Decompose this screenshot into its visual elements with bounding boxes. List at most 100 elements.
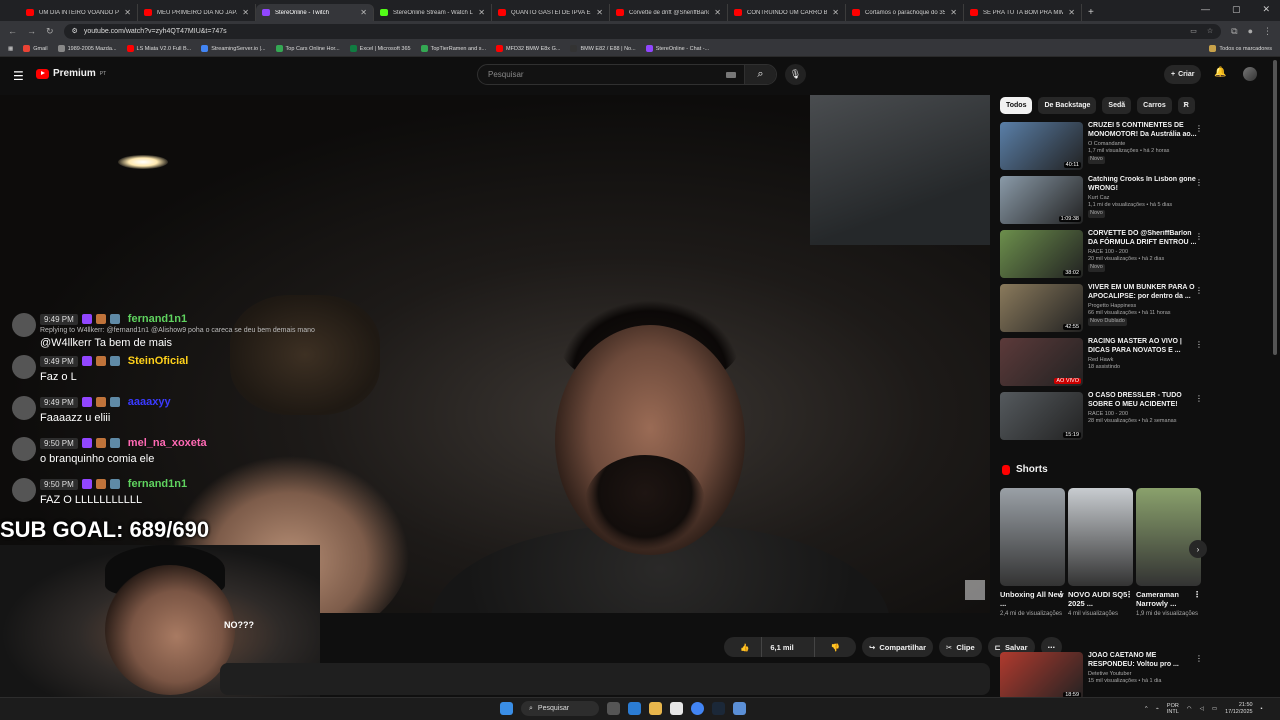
url-field[interactable]: ⚙ youtube.com/watch?v=zyh4QT47MIU&t=747s… xyxy=(63,23,1222,39)
browser-tab[interactable]: Corvette de drift @SheriffBarlo ✕ xyxy=(610,4,728,21)
video-title[interactable]: JOÃO CAETANO ME RESPONDEU: Voltou pro ..… xyxy=(1088,652,1200,670)
tab-close-icon[interactable]: ✕ xyxy=(478,8,485,17)
video-thumbnail[interactable]: AO VIVO xyxy=(1000,338,1083,386)
back-icon[interactable]: ← xyxy=(8,26,17,36)
tab-close-icon[interactable]: ✕ xyxy=(242,8,249,17)
more-options-icon[interactable]: ⋮ xyxy=(1057,590,1065,600)
video-thumbnail[interactable]: 42:55 xyxy=(1000,284,1083,332)
browser-tab[interactable]: MEU PRIMEIRO DIA NO JAPÃO ✕ xyxy=(138,4,256,21)
channel-name[interactable]: Detetive Youtuber xyxy=(1088,671,1200,678)
browser-tab[interactable]: Cortamos o parachoque do 35 ✕ xyxy=(846,4,964,21)
copilot-icon[interactable] xyxy=(628,702,641,715)
video-thumbnail[interactable]: 15:19 xyxy=(1000,392,1083,440)
browser-tab[interactable]: SE PRA TU TA BOM PRA MIM T ✕ xyxy=(964,4,1082,21)
speaker-icon[interactable]: ◁ xyxy=(1200,706,1204,712)
clock[interactable]: 21:50 17/12/2025 xyxy=(1225,702,1253,716)
account-avatar[interactable] xyxy=(1243,67,1257,81)
recommendation-item[interactable]: AO VIVO RACING MASTER AO VIVO | DICAS PAR… xyxy=(1000,338,1205,392)
battery-icon[interactable]: ▭ xyxy=(1212,706,1217,712)
bookmark-item[interactable]: Gmail xyxy=(23,45,48,52)
maximize-icon[interactable]: ▢ xyxy=(1232,4,1241,15)
search-icon[interactable]: ⌕ xyxy=(744,65,776,84)
video-title[interactable]: Catching Crooks In Lisbon gone WRONG! xyxy=(1088,176,1200,194)
file-explorer-icon[interactable] xyxy=(649,702,662,715)
bookmark-item[interactable]: MFD32 BMW E8x G... xyxy=(496,45,560,52)
more-options-icon[interactable]: ⋮ xyxy=(1195,232,1203,241)
recommendation-item[interactable]: 40:11 CRUZEI 5 CONTINENTES DE MONOMOTOR! … xyxy=(1000,122,1205,176)
channel-name[interactable]: RACE 100 - 200 xyxy=(1088,249,1200,256)
microphone-icon[interactable]: 🎙 xyxy=(785,64,806,85)
bookmark-item[interactable]: StereOnline - Chat -... xyxy=(645,45,709,52)
bookmark-star-icon[interactable]: ☆ xyxy=(1207,27,1213,35)
close-icon[interactable]: ✕ xyxy=(1262,4,1270,15)
scrollbar[interactable] xyxy=(1273,60,1277,355)
apps-icon[interactable]: ▦ xyxy=(8,46,13,52)
short-thumbnail[interactable] xyxy=(1068,488,1133,586)
channel-name[interactable]: Red Hawk xyxy=(1088,357,1200,364)
windows-start-icon[interactable] xyxy=(500,702,513,715)
channel-name[interactable]: Kurt Caz xyxy=(1088,195,1200,202)
bookmark-item[interactable]: 1989-2005 Mazda... xyxy=(57,45,117,52)
more-options-icon[interactable]: ⋮ xyxy=(1195,654,1203,663)
bookmark-item[interactable]: Top Cars Online Hor... xyxy=(275,45,340,52)
description-box[interactable] xyxy=(220,663,990,695)
dislike-button[interactable]: 👎 xyxy=(813,637,856,657)
bookmark-item[interactable]: TopTierRamen and s... xyxy=(420,45,486,52)
video-thumbnail[interactable]: 38:02 xyxy=(1000,230,1083,278)
channel-watermark[interactable] xyxy=(965,580,985,600)
browser-tab[interactable]: StereOnline Stream - Watch Li ✕ xyxy=(374,4,492,21)
browser-tab[interactable]: UM DIA INTEIRO VOANDO PE ✕ xyxy=(20,4,138,21)
tab-close-icon[interactable]: ✕ xyxy=(832,8,839,17)
create-button[interactable]: + Criar xyxy=(1164,65,1202,84)
bookmark-item[interactable]: Excel | Microsoft 365 xyxy=(349,45,411,52)
share-button[interactable]: ↪ Compartilhar xyxy=(862,637,934,657)
browser-tab[interactable]: CONTRUINDO UM CARRO BAR ✕ xyxy=(728,4,846,21)
more-options-icon[interactable]: ⋮ xyxy=(1193,590,1201,600)
tab-close-icon[interactable]: ✕ xyxy=(1068,8,1075,17)
bookmark-item[interactable]: StreamingServer.io |... xyxy=(201,45,266,52)
tab-close-icon[interactable]: ✕ xyxy=(950,8,957,17)
recommendation-item[interactable]: 42:55 VIVER EM UM BUNKER PARA O APOCALIPS… xyxy=(1000,284,1205,338)
clip-button[interactable]: ✂ Clipe xyxy=(939,637,982,657)
cast-icon[interactable]: ▭ xyxy=(1190,27,1197,35)
forward-icon[interactable]: → xyxy=(27,26,36,36)
chevron-right-icon[interactable]: › xyxy=(1183,99,1186,110)
recommendation-item[interactable]: 1:09:38 Catching Crooks In Lisbon gone WR… xyxy=(1000,176,1205,230)
video-thumbnail[interactable]: 18:59 xyxy=(1000,652,1083,700)
video-thumbnail[interactable]: 40:11 xyxy=(1000,122,1083,170)
short-title[interactable]: Unboxing All New ... ⋮ xyxy=(1000,590,1065,608)
store-icon[interactable] xyxy=(670,702,683,715)
more-options-icon[interactable]: ⋮ xyxy=(1195,178,1203,187)
usb-icon[interactable]: ⌁ xyxy=(1156,706,1159,712)
minimize-icon[interactable]: — xyxy=(1201,4,1210,15)
notepad-icon[interactable] xyxy=(733,702,746,715)
hamburger-menu-icon[interactable]: ☰ xyxy=(13,69,24,83)
more-options-icon[interactable]: ⋮ xyxy=(1195,394,1203,403)
taskbar-search[interactable]: ⌕ Pesquisar xyxy=(521,701,599,716)
recommendation-item[interactable]: 15:19 O CASO DRESSLER - TUDO SOBRE O MEU … xyxy=(1000,392,1205,446)
bookmark-item[interactable]: BMW E82 / E88 | No... xyxy=(570,45,636,52)
browser-tab[interactable]: QUANTO GASTEI DE IPVA ESSE ✕ xyxy=(492,4,610,21)
browser-tab[interactable]: StereOnline - Twitch ✕ xyxy=(256,4,374,21)
video-title[interactable]: RACING MASTER AO VIVO | DICAS PARA NOVAT… xyxy=(1088,338,1200,356)
bookmark-item[interactable]: LS Miata V2.0 Full B... xyxy=(126,45,191,52)
more-options-icon[interactable]: ⋮ xyxy=(1125,590,1133,600)
notifications-bell-icon[interactable]: 🔔 xyxy=(1214,67,1226,78)
notification-icon[interactable]: ▪ xyxy=(1261,706,1263,712)
filter-chip[interactable]: Carros xyxy=(1137,97,1172,114)
video-title[interactable]: CRUZEI 5 CONTINENTES DE MONOMOTOR! Da Au… xyxy=(1088,122,1200,140)
search-input[interactable]: Pesquisar ⌕ xyxy=(477,64,777,85)
new-tab-icon[interactable]: + xyxy=(1088,7,1094,18)
tab-close-icon[interactable]: ✕ xyxy=(714,8,721,17)
filter-chip[interactable]: De Backstage xyxy=(1038,97,1097,114)
all-bookmarks-folder[interactable]: Todos os marcadores xyxy=(1209,45,1272,52)
tray-chevron-icon[interactable]: ^ xyxy=(1145,706,1148,712)
recommendation-item[interactable]: 38:02 CORVETTE DO @SheriffBarlon DA FÓRMU… xyxy=(1000,230,1205,284)
more-options-icon[interactable]: ⋮ xyxy=(1195,340,1203,349)
video-title[interactable]: CORVETTE DO @SheriffBarlon DA FÓRMULA DR… xyxy=(1088,230,1200,248)
youtube-premium-logo[interactable]: Premium PT xyxy=(36,68,106,79)
short-title[interactable]: NOVO AUDI SQ5 2025 ... ⋮ xyxy=(1068,590,1133,608)
tab-close-icon[interactable]: ✕ xyxy=(124,8,131,17)
short-item[interactable]: Unboxing All New ... ⋮ 2,4 mi de visualiza… xyxy=(1000,488,1065,619)
site-info-icon[interactable]: ⚙ xyxy=(72,27,78,35)
